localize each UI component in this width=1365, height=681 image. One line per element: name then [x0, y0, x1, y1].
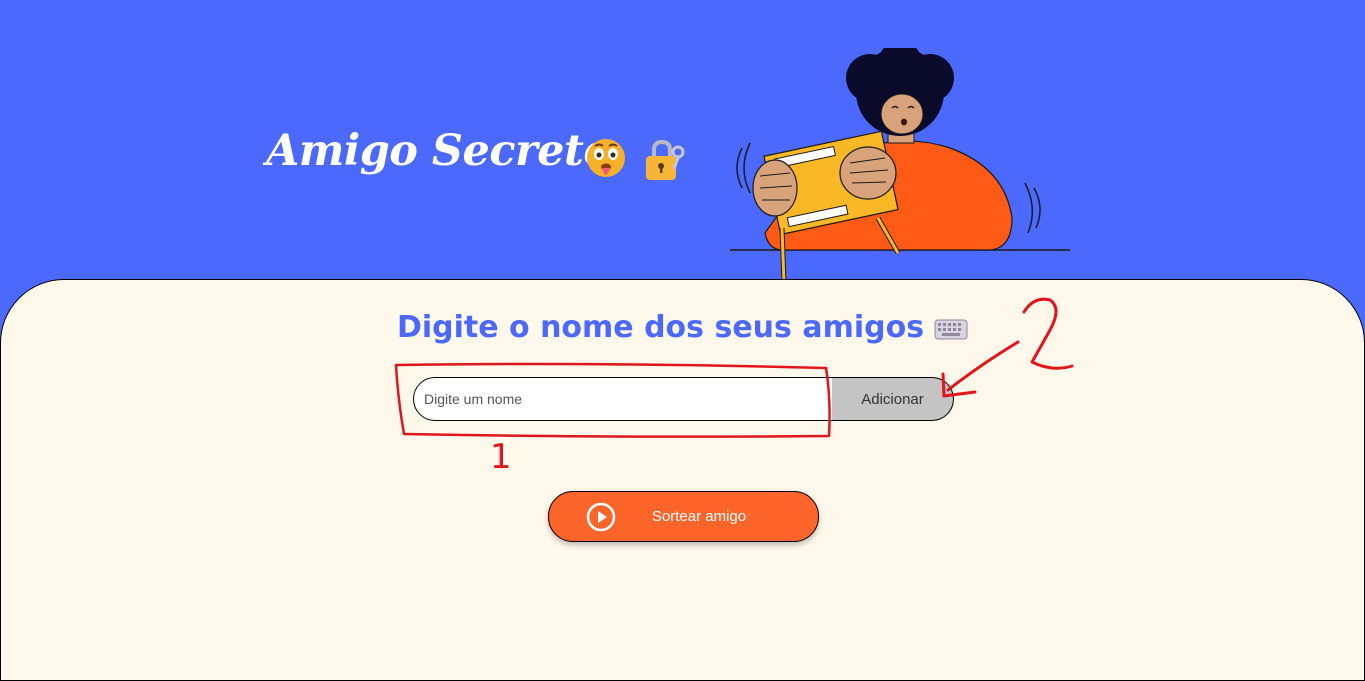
- section-title-text: Digite o nome dos seus amigos: [396, 310, 925, 345]
- add-button[interactable]: Adicionar: [832, 377, 954, 421]
- section-title: Digite o nome dos seus amigos: [1, 310, 1364, 345]
- person-with-box-illustration: [730, 48, 1070, 283]
- draw-button-label: Sortear amigo: [651, 508, 747, 525]
- keyboard-icon: [934, 319, 968, 339]
- draw-friend-button[interactable]: Sortear amigo: [548, 491, 819, 542]
- lock-with-key-icon: [646, 139, 685, 180]
- app-title: Amigo Secreto: [266, 126, 612, 176]
- name-input[interactable]: [413, 377, 857, 421]
- header: Amigo Secreto: [0, 0, 1365, 290]
- shushing-face-icon: [587, 139, 625, 177]
- main-panel: Digite o nome dos seus amigos Adicionar …: [0, 279, 1365, 681]
